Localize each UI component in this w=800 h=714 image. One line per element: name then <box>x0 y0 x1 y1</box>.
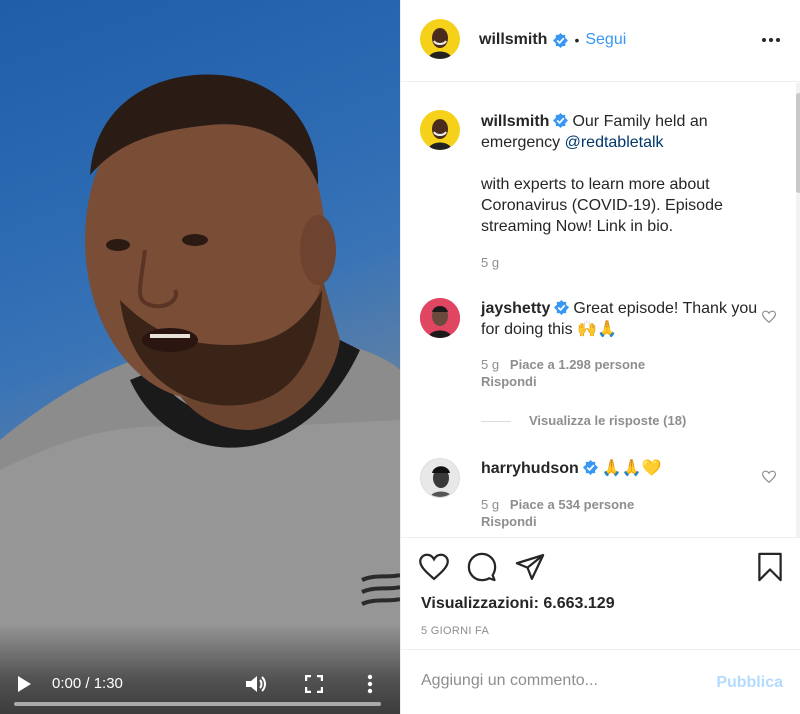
video-more-icon[interactable] <box>358 672 382 696</box>
comment-item: harryhudson 🙏🙏💛 5 g Piace a 534 persone R… <box>420 458 777 537</box>
comment-age: 5 g <box>481 357 500 372</box>
caption: willsmith Our Family held an emergency @r… <box>420 110 760 280</box>
reply-button[interactable]: Rispondi <box>481 374 537 389</box>
caption-text-continued: with experts to learn more about Coronav… <box>481 176 723 235</box>
follow-button[interactable]: Segui <box>585 31 626 49</box>
post-header: willsmith • Segui <box>401 0 800 82</box>
comment-age: 5 g <box>481 497 500 512</box>
comment-text: 🙏🙏💛 <box>601 460 662 477</box>
scrollbar-thumb[interactable] <box>796 93 800 193</box>
verified-badge-icon <box>554 300 570 315</box>
post-date: 5 GIORNI FA <box>421 625 490 637</box>
like-comment-heart-icon[interactable] <box>761 310 777 324</box>
caption-username[interactable]: willsmith <box>481 113 549 130</box>
mention-link[interactable]: @redtabletalk <box>565 134 664 151</box>
view-replies-button[interactable]: Visualizza le risposte (18) <box>529 413 686 428</box>
replies-divider <box>481 421 511 422</box>
video-frame <box>0 74 400 714</box>
video-player[interactable]: 0:00 / 1:30 <box>0 0 400 714</box>
comment-username[interactable]: jayshetty <box>481 300 550 317</box>
avatar[interactable] <box>420 19 460 59</box>
play-icon[interactable] <box>12 672 36 696</box>
comment-input[interactable] <box>421 672 711 690</box>
video-progress-bar[interactable] <box>14 702 381 706</box>
comment-likes[interactable]: Piace a 1.298 persone <box>510 357 645 372</box>
caption-age: 5 g <box>481 255 500 270</box>
more-options-icon[interactable] <box>759 28 783 52</box>
publish-button[interactable]: Pubblica <box>716 674 783 692</box>
save-bookmark-icon[interactable] <box>755 552 785 582</box>
views-count: 6.663.129 <box>543 595 615 612</box>
avatar[interactable] <box>420 298 460 338</box>
post-panel: willsmith • Segui willsmith Our Family he… <box>400 0 800 714</box>
comment-bubble-icon[interactable] <box>467 552 497 582</box>
like-comment-heart-icon[interactable] <box>761 470 777 484</box>
volume-icon[interactable] <box>244 672 268 696</box>
view-count[interactable]: Visualizzazioni: 6.663.129 <box>421 595 615 613</box>
comment-item: jayshetty Great episode! Thank you for do… <box>420 298 777 398</box>
post-actions: Visualizzazioni: 6.663.129 5 GIORNI FA <box>401 537 800 649</box>
verified-badge-icon <box>582 460 598 475</box>
verified-badge-icon <box>553 32 569 48</box>
verified-badge-icon <box>553 113 569 128</box>
post-author-username[interactable]: willsmith <box>479 31 547 49</box>
avatar[interactable] <box>420 110 460 150</box>
like-heart-icon[interactable] <box>419 552 449 582</box>
comment-username[interactable]: harryhudson <box>481 460 579 477</box>
views-label: Visualizzazioni: <box>421 595 539 612</box>
comments-scrollbar[interactable] <box>796 83 800 537</box>
avatar[interactable] <box>420 458 460 498</box>
video-time: 0:00 / 1:30 <box>52 675 123 692</box>
header-separator: • <box>574 32 580 48</box>
comments-list[interactable]: willsmith Our Family held an emergency @r… <box>401 83 800 537</box>
add-comment-bar: Pubblica <box>401 649 800 714</box>
reply-button[interactable]: Rispondi <box>481 514 537 529</box>
fullscreen-icon[interactable] <box>302 672 326 696</box>
comment-likes[interactable]: Piace a 534 persone <box>510 497 634 512</box>
share-send-icon[interactable] <box>515 552 545 582</box>
video-controls: 0:00 / 1:30 <box>0 624 400 714</box>
